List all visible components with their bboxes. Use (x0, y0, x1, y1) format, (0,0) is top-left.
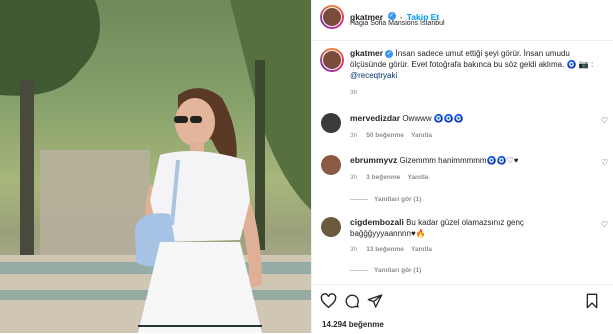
comment-icon (345, 294, 359, 308)
building-shape (40, 150, 150, 260)
heart-icon (320, 293, 337, 309)
view-replies-button[interactable]: Yanıtları gör (1) (350, 267, 421, 274)
caption-mention[interactable]: @receqtryaki (350, 71, 397, 80)
comment-username[interactable]: ebrummyvz (350, 155, 397, 165)
comment-like-heart-icon[interactable]: ♡ (601, 220, 608, 229)
post-photo[interactable] (0, 0, 311, 333)
comment: cigdembozali Bu kadar güzel olamazsınız … (350, 217, 575, 239)
comment-username[interactable]: cigdembozali (350, 217, 404, 227)
comment-text: Gizemmm hanimmmmm🧿🧿♡♥ (399, 156, 519, 165)
comment-username[interactable]: mervedizdar (350, 113, 400, 123)
instagram-post: gkatmer ✓ • Takip Et Hagia Sofia Mansion… (0, 0, 613, 333)
comment-like-heart-icon[interactable]: ♡ (601, 158, 608, 167)
foliage-shape (0, 0, 100, 96)
like-button[interactable] (320, 293, 337, 314)
comment-likes[interactable]: 3 beğenme (366, 174, 400, 181)
view-replies-button[interactable]: Yanıtları gör (1) (350, 196, 421, 203)
reply-button[interactable]: Yanıtla (407, 174, 428, 181)
share-icon (367, 294, 383, 308)
reply-button[interactable]: Yanıtla (411, 246, 432, 253)
comment-time[interactable]: 3h (350, 132, 357, 139)
comment-avatar[interactable] (321, 113, 341, 133)
post-location[interactable]: Hagia Sofia Mansions İstanbul (350, 20, 445, 27)
comment-time[interactable]: 3h (350, 246, 357, 253)
comment-time[interactable]: 3h (350, 174, 357, 181)
verified-badge-icon: ✓ (387, 11, 396, 20)
comment-like-heart-icon[interactable]: ♡ (601, 116, 608, 125)
post-actions: 14.294 beğenme (312, 284, 613, 334)
comment-avatar[interactable] (321, 155, 341, 175)
view-replies-label: Yanıtları gör (1) (374, 196, 422, 203)
comment: ebrummyvz Gizemmm hanimmmmm🧿🧿♡♥ (350, 155, 590, 166)
comment-likes[interactable]: 13 beğenme (366, 246, 404, 253)
caption: gkatmer ✓ İnsan sadece umut ettiği şeyi … (350, 48, 608, 81)
photo-illustration (0, 0, 311, 333)
tree-trunk (20, 80, 34, 260)
share-button[interactable] (367, 293, 383, 314)
bookmark-icon (586, 293, 598, 309)
comment-avatar[interactable] (321, 217, 341, 237)
sunglasses-shape (190, 116, 202, 123)
caption-time[interactable]: 3h (350, 89, 357, 96)
caption-username[interactable]: gkatmer (350, 48, 383, 58)
reply-line (350, 198, 368, 200)
comment-meta: 3h 50 beğenme Yanıtla (350, 132, 432, 139)
comment-button[interactable] (344, 293, 360, 314)
reply-line (350, 269, 368, 271)
author-avatar[interactable] (320, 5, 344, 29)
post-header: gkatmer ✓ • Takip Et Hagia Sofia Mansion… (312, 0, 613, 41)
caption-avatar[interactable] (320, 48, 344, 72)
comment-likes[interactable]: 50 beğenme (366, 132, 404, 139)
verified-badge-icon: ✓ (385, 49, 394, 58)
comment-meta: 3h 13 beğenme Yanıtla (350, 246, 432, 253)
likes-count[interactable]: 14.294 beğenme (322, 320, 384, 329)
comment-text: Owwww 🧿🧿🧿 (402, 114, 464, 123)
post-details-pane: gkatmer ✓ • Takip Et Hagia Sofia Mansion… (311, 0, 613, 333)
reply-button[interactable]: Yanıtla (411, 132, 432, 139)
comment: mervedizdar Owwww 🧿🧿🧿 (350, 113, 590, 124)
tree-trunk (255, 60, 265, 250)
sunglasses-shape (174, 116, 188, 123)
comment-meta: 3h 3 beğenme Yanıtla (350, 174, 428, 181)
save-button[interactable] (585, 293, 599, 314)
view-replies-label: Yanıtları gör (1) (374, 267, 422, 274)
